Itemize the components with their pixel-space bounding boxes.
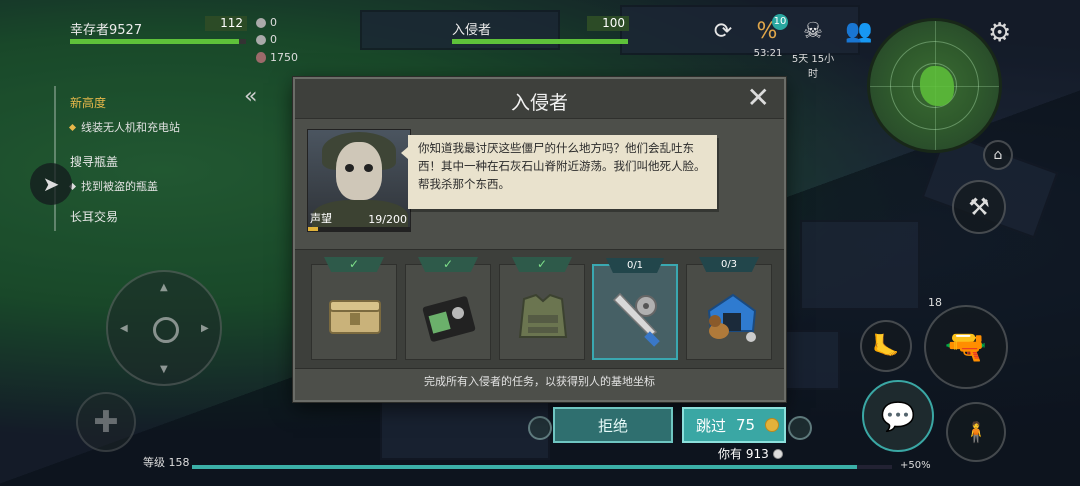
task-complete-check: ✓ xyxy=(324,257,384,272)
machete-saw-icon xyxy=(612,292,660,347)
task-slot-machete-saw[interactable]: 0/1 xyxy=(592,258,678,360)
dialog-footer-hint: 完成所有入侵者的任务，以获得别人的基地坐标 xyxy=(424,375,655,388)
refuse-button[interactable]: 拒绝 xyxy=(553,407,673,443)
quest-objective: 找到被盗的瓶盖 xyxy=(68,178,234,194)
refuse-label: 拒绝 xyxy=(597,416,628,435)
task-slot-armor-vest[interactable]: ✓ xyxy=(499,257,585,360)
collapse-arrow-icon[interactable]: « xyxy=(244,84,257,109)
pistol-icon[interactable]: 🔫 xyxy=(924,305,1008,389)
currency-balance: 你有 913 xyxy=(718,445,783,462)
stat-other: 0 xyxy=(256,33,277,46)
objective-bullet-icon xyxy=(68,123,77,131)
days-text: 5天 15小时 xyxy=(791,54,835,80)
npc-speech-bubble: 你知道我最讨厌这些僵尸的什么地方吗？他们会乱吐东西！其中一种在石灰石山脊附近游荡… xyxy=(401,135,717,209)
coin-icon xyxy=(765,418,780,432)
quest-objective: 线装无人机和充电站 xyxy=(68,119,234,135)
task-slot-ammo-crate[interactable]: ✓ xyxy=(311,257,397,360)
arrow-left-icon: ◀ xyxy=(120,323,128,334)
close-icon[interactable]: ✕ xyxy=(747,83,770,113)
arrow-down-icon: ▼ xyxy=(160,364,168,375)
movement-joystick[interactable]: ▲ ▼ ◀ ▶ xyxy=(106,270,222,386)
stat-other-value: 0 xyxy=(270,33,277,46)
quest-title[interactable]: 新高度 xyxy=(70,94,234,111)
dialog-header: 入侵者 ✕ xyxy=(295,79,784,119)
heal-plus-icon[interactable]: ✚ xyxy=(76,392,136,452)
npc-portrait: 声望 19/200 xyxy=(307,129,411,232)
arrow-up-icon: ▲ xyxy=(160,282,168,293)
discount-badge: 10 xyxy=(772,14,788,30)
ammo-count: 18 xyxy=(928,296,942,309)
stat-kills-value: 0 xyxy=(270,16,277,29)
timer-text: 53:21 xyxy=(753,48,783,59)
invader-dialog: 入侵者 ✕ 声望 19/200 你知道我最讨厌这些僵尸的什么地方吗？他们会乱吐东… xyxy=(293,77,786,402)
skull-small-icon xyxy=(256,17,266,28)
portrait-eye xyxy=(345,164,354,172)
minimap[interactable] xyxy=(867,18,1002,153)
skip-label: 跳过 xyxy=(696,416,727,435)
quest-objective-text: 线装无人机和充电站 xyxy=(81,121,180,134)
player-name: 幸存者9527 xyxy=(70,23,143,38)
task-complete-check: ✓ xyxy=(512,257,572,272)
build-hammer-icon[interactable]: ⚒ xyxy=(952,180,1006,234)
minimap-zone xyxy=(920,66,954,106)
ammo-crate-icon xyxy=(329,300,381,334)
quest-title[interactable]: 长耳交易 xyxy=(70,208,234,225)
home-icon[interactable]: ⌂ xyxy=(983,140,1013,170)
task-progress: 0/3 xyxy=(699,257,759,272)
quest-title[interactable]: 搜寻瓶盖 xyxy=(70,153,234,170)
task-complete-check: ✓ xyxy=(418,257,478,272)
reputation-bar xyxy=(308,227,410,231)
xp-bonus: +50% xyxy=(900,460,931,471)
stat-eggs-value: 1750 xyxy=(270,51,298,64)
wallet-badge-icon xyxy=(422,296,476,342)
quest-list: 新高度 线装无人机和充电站 搜寻瓶盖 找到被盗的瓶盖 长耳交易 xyxy=(54,86,234,231)
gear-icon[interactable]: ⚙ xyxy=(988,18,1011,48)
navigate-arrow-icon[interactable]: ➤ xyxy=(30,163,72,205)
friends-icon[interactable]: 👥 xyxy=(844,16,874,46)
xp-bar xyxy=(192,465,892,469)
quick-slot-icon[interactable] xyxy=(788,416,812,440)
armor-vest-icon xyxy=(518,293,568,338)
reputation-label: 声望 xyxy=(310,212,332,225)
drop-icon xyxy=(256,34,266,45)
crouch-icon[interactable]: 🧍 xyxy=(946,402,1006,462)
silver-coin-icon xyxy=(772,448,783,459)
task-slot-wallet-badge[interactable]: ✓ xyxy=(405,257,491,360)
player-level: 等级 158 xyxy=(143,456,190,469)
skull-crossbones-icon[interactable]: ☠ xyxy=(798,16,828,46)
stat-eggs: 1750 xyxy=(256,51,298,64)
arrow-right-icon: ▶ xyxy=(201,323,209,334)
dodge-icon[interactable]: 🦶 xyxy=(860,320,912,372)
joystick-knob[interactable] xyxy=(153,317,179,343)
player-hp-value: 112 xyxy=(205,16,247,31)
balance-text: 你有 913 xyxy=(718,447,769,461)
portrait-skull-mask xyxy=(336,142,382,200)
player-hp-bar xyxy=(70,39,246,44)
skip-button[interactable]: 跳过 75 xyxy=(682,407,786,443)
chat-icon[interactable]: 💬 xyxy=(862,380,934,452)
enemy-hp-bar xyxy=(452,39,628,44)
task-progress: 0/1 xyxy=(606,258,664,273)
reputation-value: 19/200 xyxy=(368,213,407,226)
enemy-hp-value: 100 xyxy=(587,16,629,31)
skip-cost: 75 xyxy=(736,416,756,434)
enemy-name: 入侵者 xyxy=(452,23,492,38)
quest-objective-text: 找到被盗的瓶盖 xyxy=(81,180,158,193)
task-list: ✓ ✓ ✓ 0/1 0/3 xyxy=(295,249,784,369)
history-icon[interactable]: ⟳ xyxy=(708,16,738,46)
egg-icon xyxy=(256,52,266,63)
stat-kills: 0 xyxy=(256,16,277,29)
dialog-title: 入侵者 xyxy=(510,92,568,114)
quick-slot-icon[interactable] xyxy=(528,416,552,440)
task-slot-dog-kennel[interactable]: 0/3 xyxy=(686,257,772,360)
dog-kennel-icon xyxy=(707,293,757,342)
portrait-eye xyxy=(364,164,373,172)
